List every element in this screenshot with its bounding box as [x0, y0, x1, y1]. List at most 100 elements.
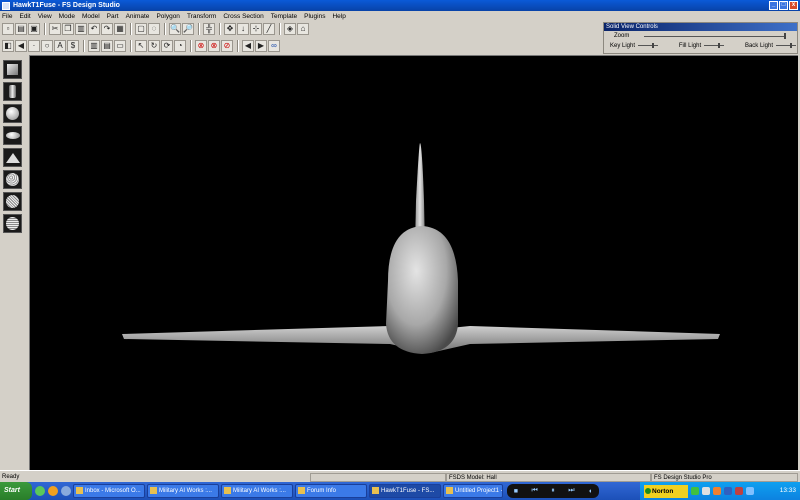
zoom-slider-track[interactable] [644, 36, 784, 37]
save-icon[interactable]: ▣ [28, 23, 40, 35]
sphere-icon[interactable] [3, 104, 22, 123]
volume-tray-icon[interactable] [702, 487, 710, 495]
menu-transform[interactable]: Transform [187, 13, 216, 20]
lock-icon[interactable]: ◔ [174, 40, 186, 52]
menu-edit[interactable]: Edit [19, 13, 30, 20]
lasso-icon[interactable]: ◌ [148, 23, 160, 35]
volume-icon[interactable]: ◖ [588, 488, 592, 495]
previous-icon[interactable]: ⏮ [531, 487, 537, 495]
arrow-down-icon[interactable]: ↓ [237, 23, 249, 35]
copy-icon[interactable]: ❐ [62, 23, 74, 35]
task-hawk[interactable]: HawkT1Fuse - FS... [369, 484, 441, 498]
messenger-icon[interactable] [746, 487, 754, 495]
menu-bar: File Edit View Mode Model Part Animate P… [0, 11, 600, 21]
task-military-1[interactable]: Military AI Works :... [147, 484, 219, 498]
desktop-icon[interactable] [61, 486, 71, 496]
window-title: HawkT1Fuse - FS Design Studio [13, 2, 120, 9]
delete-red-icon[interactable]: ⊗ [208, 40, 220, 52]
window-titlebar[interactable]: HawkT1Fuse - FS Design Studio _ □ x [0, 0, 800, 11]
bluetooth-icon[interactable] [724, 487, 732, 495]
menu-part[interactable]: Part [107, 13, 119, 20]
grid-icon[interactable]: ╬ [203, 23, 215, 35]
disc-icon[interactable] [3, 126, 22, 145]
refresh-icon[interactable]: ⟳ [161, 40, 173, 52]
menu-view[interactable]: View [38, 13, 52, 20]
dollar-icon[interactable]: $ [67, 40, 79, 52]
menu-animate[interactable]: Animate [126, 13, 150, 20]
menu-model[interactable]: Model [82, 13, 100, 20]
bar-chart-icon[interactable]: ▥ [88, 40, 100, 52]
select-icon[interactable]: ▢ [135, 23, 147, 35]
key-light-slider[interactable] [638, 42, 659, 48]
maximize-button[interactable]: □ [779, 1, 788, 10]
line-icon[interactable]: ╱ [263, 23, 275, 35]
layout-icon[interactable]: ▭ [114, 40, 126, 52]
menu-file[interactable]: File [2, 13, 12, 20]
stop-red-icon[interactable]: ⊗ [195, 40, 207, 52]
media-controls[interactable]: ■ ⏮ ⏸ ⏭ ◖ [507, 484, 599, 498]
task-inbox[interactable]: Inbox - Microsoft O... [73, 484, 145, 498]
menu-plugins[interactable]: Plugins [304, 13, 325, 20]
task-military-2[interactable]: Military AI Works :... [221, 484, 293, 498]
firefox-icon[interactable] [48, 486, 58, 496]
pointer-icon[interactable]: ↖ [135, 40, 147, 52]
pause-icon[interactable]: ⏸ [551, 487, 555, 495]
cone-icon[interactable] [3, 148, 22, 167]
play-icon[interactable]: ▶ [255, 40, 267, 52]
text-icon[interactable]: A [54, 40, 66, 52]
norton-icon[interactable]: Norton [644, 484, 688, 498]
redo-icon[interactable]: ↷ [101, 23, 113, 35]
status-bar: Ready FSDS Model: Hall FS Design Studio … [0, 470, 800, 482]
network-icon[interactable] [691, 487, 699, 495]
dot-icon[interactable]: · [28, 40, 40, 52]
house-icon[interactable]: ⌂ [297, 23, 309, 35]
shield-icon[interactable] [713, 487, 721, 495]
back-light-slider[interactable] [776, 42, 796, 48]
task-untitled[interactable]: Untitled Project1 -... [443, 484, 503, 498]
start-button[interactable]: Start [0, 482, 32, 500]
vertex-icon[interactable]: ⊹ [250, 23, 262, 35]
properties-icon[interactable]: ▦ [114, 23, 126, 35]
menu-polygon[interactable]: Polygon [156, 13, 180, 20]
new-file-icon[interactable]: ▫ [2, 23, 14, 35]
next-icon[interactable]: ⏭ [568, 487, 574, 495]
left-view-icon[interactable]: ◀ [15, 40, 27, 52]
remove-red-icon[interactable]: ⊘ [221, 40, 233, 52]
3d-viewport[interactable] [29, 55, 798, 470]
secondary-toolbar: ◧ ◀ · ○ A $ ▥ ▤ ▭ ↖ ↻ ⟳ ◔ ⊗ ⊗ ⊘ ◀ ▶ ∞ [0, 38, 281, 54]
close-button[interactable]: x [789, 1, 798, 10]
menu-mode[interactable]: Mode [59, 13, 75, 20]
zoom-in-icon[interactable]: 🔍 [169, 23, 181, 35]
aircraft-model [122, 143, 720, 354]
menu-help[interactable]: Help [332, 13, 345, 20]
minimize-button[interactable]: _ [769, 1, 778, 10]
zoom-slider-thumb[interactable] [784, 33, 786, 39]
lights-row: Key Light Fill Light Back Light [610, 42, 796, 49]
ball-icon[interactable] [3, 192, 22, 211]
ie-icon[interactable] [35, 486, 45, 496]
cylinder-icon[interactable] [3, 82, 22, 101]
stop-icon[interactable]: ■ [514, 488, 518, 495]
task-forum[interactable]: Forum Info [295, 484, 367, 498]
prev-icon[interactable]: ◀ [242, 40, 254, 52]
undo-icon[interactable]: ↶ [88, 23, 100, 35]
menu-cross-section[interactable]: Cross Section [223, 13, 263, 20]
open-file-icon[interactable]: ▤ [15, 23, 27, 35]
cut-icon[interactable]: ✂ [49, 23, 61, 35]
move-icon[interactable]: ✥ [224, 23, 236, 35]
menu-template[interactable]: Template [271, 13, 297, 20]
ball-icon[interactable] [3, 214, 22, 233]
view-cycle-icon[interactable]: ◧ [2, 40, 14, 52]
rotate-icon[interactable]: ↻ [148, 40, 160, 52]
table-icon[interactable]: ▤ [101, 40, 113, 52]
render-icon[interactable]: ◈ [284, 23, 296, 35]
fill-light-slider[interactable] [704, 42, 725, 48]
ball-icon[interactable] [3, 170, 22, 189]
paste-icon[interactable]: ▥ [75, 23, 87, 35]
alert-icon[interactable] [735, 487, 743, 495]
circle-icon[interactable]: ○ [41, 40, 53, 52]
binoculars-icon[interactable]: ∞ [268, 40, 280, 52]
zoom-out-icon[interactable]: 🔎 [182, 23, 194, 35]
cube-icon[interactable] [3, 60, 22, 79]
system-tray: Norton 13:33 [640, 482, 800, 500]
